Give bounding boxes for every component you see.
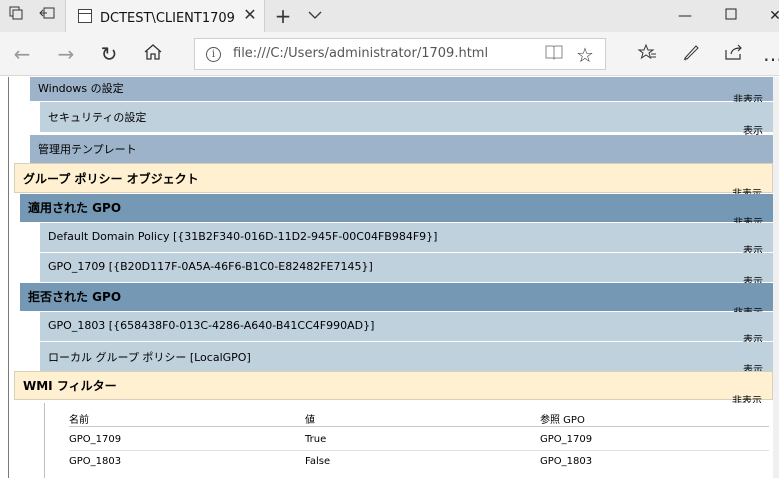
set-aside-icon[interactable]: [37, 6, 57, 26]
navigation-bar: ← → ↻ i file:///C:/Users/administrator/1…: [0, 32, 779, 76]
favorite-star-icon[interactable]: ☆: [573, 43, 597, 67]
info-icon[interactable]: i: [206, 47, 221, 62]
report-page: Windows の設定 非表示 セキュリティの設定 表示 管理用テンプレート グ…: [0, 77, 779, 478]
new-tab-icon[interactable]: +: [273, 6, 293, 26]
tab-bar: DCTEST\CLIENT1709 上 ✕ + — ✕: [0, 0, 779, 32]
minimize-icon[interactable]: —: [674, 5, 696, 27]
column-header: 値: [305, 415, 315, 426]
denied-gpo-item-label: GPO_1803 [{658438F0-013C-4286-A640-B41CC…: [48, 319, 375, 332]
close-tab-icon[interactable]: ✕: [241, 6, 259, 24]
back-icon[interactable]: ←: [9, 41, 35, 67]
tab-menu-icon[interactable]: [305, 6, 325, 26]
wmi-filter-header[interactable]: WMI フィルター 非表示: [14, 371, 773, 407]
row-divider: [69, 450, 769, 451]
wmi-filter-label: WMI フィルター: [23, 379, 117, 393]
table-cell: GPO_1709: [69, 434, 122, 445]
home-icon[interactable]: [140, 41, 166, 67]
table-cell: GPO_1803: [540, 456, 593, 467]
address-bar[interactable]: i file:///C:/Users/administrator/1709.ht…: [194, 38, 606, 70]
close-window-icon[interactable]: ✕: [764, 5, 779, 27]
column-header: 参照 GPO: [540, 415, 585, 426]
security-settings-header[interactable]: セキュリティの設定 表示: [40, 102, 773, 137]
pen-icon[interactable]: [678, 41, 704, 67]
windows-settings-header[interactable]: Windows の設定 非表示: [30, 77, 773, 106]
share-icon[interactable]: [721, 41, 747, 67]
favorites-list-icon[interactable]: [634, 41, 660, 67]
windows-settings-label: Windows の設定: [38, 82, 124, 95]
more-icon[interactable]: …: [760, 41, 779, 67]
admin-templates-header[interactable]: 管理用テンプレート: [30, 135, 773, 163]
denied-gpo-item[interactable]: ローカル グループ ポリシー [LocalGPO] 表示: [40, 342, 773, 376]
applied-gpo-header[interactable]: 適用された GPO 非表示: [20, 194, 773, 229]
active-tab[interactable]: DCTEST\CLIENT1709 上 ✕: [65, 0, 265, 32]
table-cell: GPO_1803: [69, 456, 122, 467]
maximize-icon[interactable]: [720, 5, 742, 27]
column-header: 名前: [69, 415, 89, 426]
forward-icon[interactable]: →: [53, 41, 79, 67]
denied-gpo-label: 拒否された GPO: [28, 290, 122, 304]
applied-gpo-item-label: Default Domain Policy [{31B2F340-016D-11…: [48, 230, 438, 243]
admin-templates-label: 管理用テンプレート: [38, 143, 137, 156]
page-icon: [78, 9, 92, 23]
tab-title: DCTEST\CLIENT1709 上: [100, 11, 238, 26]
gpo-section-header[interactable]: グループ ポリシー オブジェクト 非表示: [14, 163, 773, 200]
tab-list-icon[interactable]: [6, 6, 26, 26]
address-url[interactable]: file:///C:/Users/administrator/1709.html: [233, 46, 488, 61]
denied-gpo-header[interactable]: 拒否された GPO 非表示: [20, 283, 773, 319]
applied-gpo-item-label: GPO_1709 [{B20D117F-0A5A-46F6-B1C0-E8248…: [48, 260, 373, 273]
security-settings-label: セキュリティの設定: [48, 111, 147, 124]
table-cell: False: [305, 456, 331, 467]
reading-view-icon[interactable]: [543, 44, 565, 66]
wmi-filter-table: 名前 値 参照 GPO GPO_1709 True GPO_1709 GPO_1…: [44, 403, 773, 478]
denied-gpo-item[interactable]: GPO_1803 [{658438F0-013C-4286-A640-B41CC…: [40, 312, 773, 346]
refresh-icon[interactable]: ↻: [96, 41, 122, 67]
tree-border: [8, 77, 9, 478]
vertical-scrollbar[interactable]: [773, 77, 779, 478]
gpo-section-label: グループ ポリシー オブジェクト: [23, 172, 199, 186]
denied-gpo-item-label: ローカル グループ ポリシー [LocalGPO]: [48, 351, 251, 364]
table-cell: True: [305, 434, 327, 445]
applied-gpo-item[interactable]: Default Domain Policy [{31B2F340-016D-11…: [40, 223, 773, 257]
table-cell: GPO_1709: [540, 434, 593, 445]
applied-gpo-item[interactable]: GPO_1709 [{B20D117F-0A5A-46F6-B1C0-E8248…: [40, 253, 773, 288]
applied-gpo-label: 適用された GPO: [28, 201, 122, 215]
header-divider: [69, 426, 769, 427]
